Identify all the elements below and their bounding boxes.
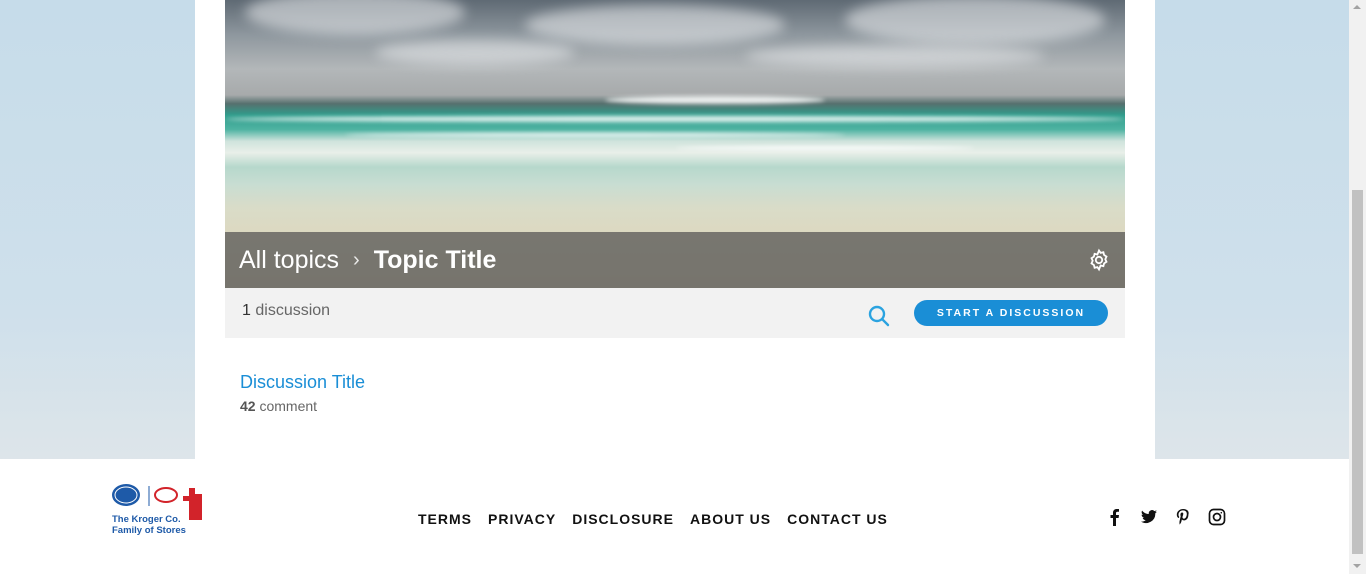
- pinterest-icon[interactable]: [1174, 508, 1192, 526]
- footer-link-disclosure[interactable]: DISCLOSURE: [572, 511, 674, 527]
- scroll-up-arrow[interactable]: [1353, 5, 1361, 9]
- comment-count: 42: [240, 398, 256, 414]
- discussion-title-link[interactable]: Discussion Title: [240, 372, 365, 393]
- footer-nav: TERMS PRIVACY DISCLOSURE ABOUT US CONTAC…: [418, 511, 888, 527]
- instagram-icon[interactable]: [1208, 508, 1226, 526]
- gear-icon[interactable]: [1087, 248, 1111, 272]
- content-column: All topics › Topic Title 1 discussion ST…: [195, 0, 1155, 459]
- topic-hero-image: All topics › Topic Title: [225, 0, 1125, 288]
- breadcrumb-separator: ›: [353, 248, 360, 271]
- breadcrumb-all-topics[interactable]: All topics: [239, 246, 339, 275]
- social-links: [1106, 508, 1226, 526]
- facebook-icon[interactable]: [1106, 508, 1124, 526]
- start-discussion-button[interactable]: START A DISCUSSION: [914, 300, 1108, 326]
- footer-link-about-us[interactable]: ABOUT US: [690, 511, 771, 527]
- scroll-thumb[interactable]: [1352, 190, 1363, 554]
- twitter-icon[interactable]: [1140, 508, 1158, 526]
- footer-link-contact-us[interactable]: CONTACT US: [787, 511, 888, 527]
- discussion-count-number: 1: [242, 302, 251, 319]
- breadcrumb-current-topic: Topic Title: [373, 245, 497, 274]
- list-item: Discussion Title 42 comment: [240, 372, 365, 414]
- scroll-down-arrow[interactable]: [1353, 564, 1361, 568]
- logo-caption: The Kroger Co. Family of Stores: [112, 514, 186, 536]
- discussion-toolbar: 1 discussion START A DISCUSSION: [225, 288, 1125, 338]
- breadcrumb: All topics › Topic Title: [225, 232, 1125, 288]
- discussion-meta: 42 comment: [240, 398, 365, 414]
- page-scrollbar[interactable]: [1349, 0, 1366, 574]
- discussion-count-label: discussion: [255, 302, 331, 319]
- site-footer: The Kroger Co. Family of Stores TERMS PR…: [0, 459, 1349, 574]
- footer-link-privacy[interactable]: PRIVACY: [488, 511, 556, 527]
- discussion-count: 1 discussion: [242, 302, 330, 320]
- footer-link-terms[interactable]: TERMS: [418, 511, 472, 527]
- comment-label: comment: [259, 398, 318, 414]
- search-icon[interactable]: [867, 304, 891, 328]
